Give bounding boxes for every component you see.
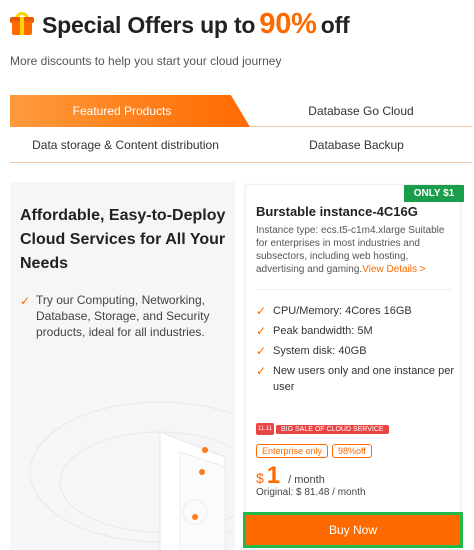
offer-tags: Enterprise only 98%off: [256, 444, 372, 458]
intro-heading: Affordable, Easy-to-Deploy Cloud Service…: [20, 207, 226, 272]
buy-now-button[interactable]: Buy Now: [243, 512, 463, 548]
tab-database-go-cloud[interactable]: Database Go Cloud: [250, 95, 472, 127]
check-icon: ✓: [256, 304, 267, 318]
only-badge: ONLY $1: [404, 185, 464, 202]
spec-item: ✓ New users only and one instance per use…: [256, 364, 454, 393]
check-icon: ✓: [20, 294, 31, 308]
product-card: ONLY $1 Burstable instance-4C16G Instanc…: [245, 184, 464, 550]
tag-discount: 98%off: [332, 444, 372, 458]
view-details-link[interactable]: View Details >: [362, 264, 425, 275]
check-icon: ✓: [256, 364, 267, 378]
spec-item: ✓ Peak bandwidth: 5M: [256, 324, 373, 338]
tab-data-storage[interactable]: Data storage & Content distribution: [10, 127, 241, 163]
page-title: Special Offers up to 90% off: [42, 7, 350, 40]
title-row: Special Offers up to 90% off: [10, 6, 350, 42]
product-title: Burstable instance-4C16G: [256, 204, 418, 219]
check-icon: ✓: [256, 324, 267, 338]
tab-featured-products[interactable]: Featured Products: [10, 95, 250, 127]
product-description: Instance type: ecs.t5-c1m4.xlarge Suitab…: [256, 225, 445, 275]
original-price: Original: $ 81.48 / month: [256, 487, 366, 498]
price: $ 1 / month: [256, 462, 325, 489]
spec-item: ✓ CPU/Memory: 4Cores 16GB: [256, 304, 412, 318]
intro-bullet: ✓ Try our Computing, Networking, Databas…: [20, 293, 210, 339]
divider: [256, 289, 452, 290]
gift-icon: [10, 12, 34, 36]
price-value: 1: [266, 462, 281, 489]
check-icon: ✓: [256, 344, 267, 358]
product-tabs: Featured Products Database Go Cloud Data…: [10, 95, 472, 163]
decorative-illustration: [29, 401, 235, 550]
spec-item: ✓ System disk: 40GB: [256, 344, 367, 358]
intro-panel: Affordable, Easy-to-Deploy Cloud Service…: [10, 182, 235, 550]
sale-logo: 11.11: [256, 423, 274, 435]
hero-section: Special Offers up to 90% off More discount…: [0, 0, 474, 180]
tab-database-backup[interactable]: Database Backup: [241, 127, 472, 163]
page-subtitle: More discounts to help you start your cl…: [10, 54, 282, 68]
tag-enterprise-only: Enterprise only: [256, 444, 329, 458]
discount-percent: 90%: [259, 7, 317, 40]
sale-tag: 11.11 BIG SALE OF CLOUD SERVICE: [256, 423, 389, 435]
